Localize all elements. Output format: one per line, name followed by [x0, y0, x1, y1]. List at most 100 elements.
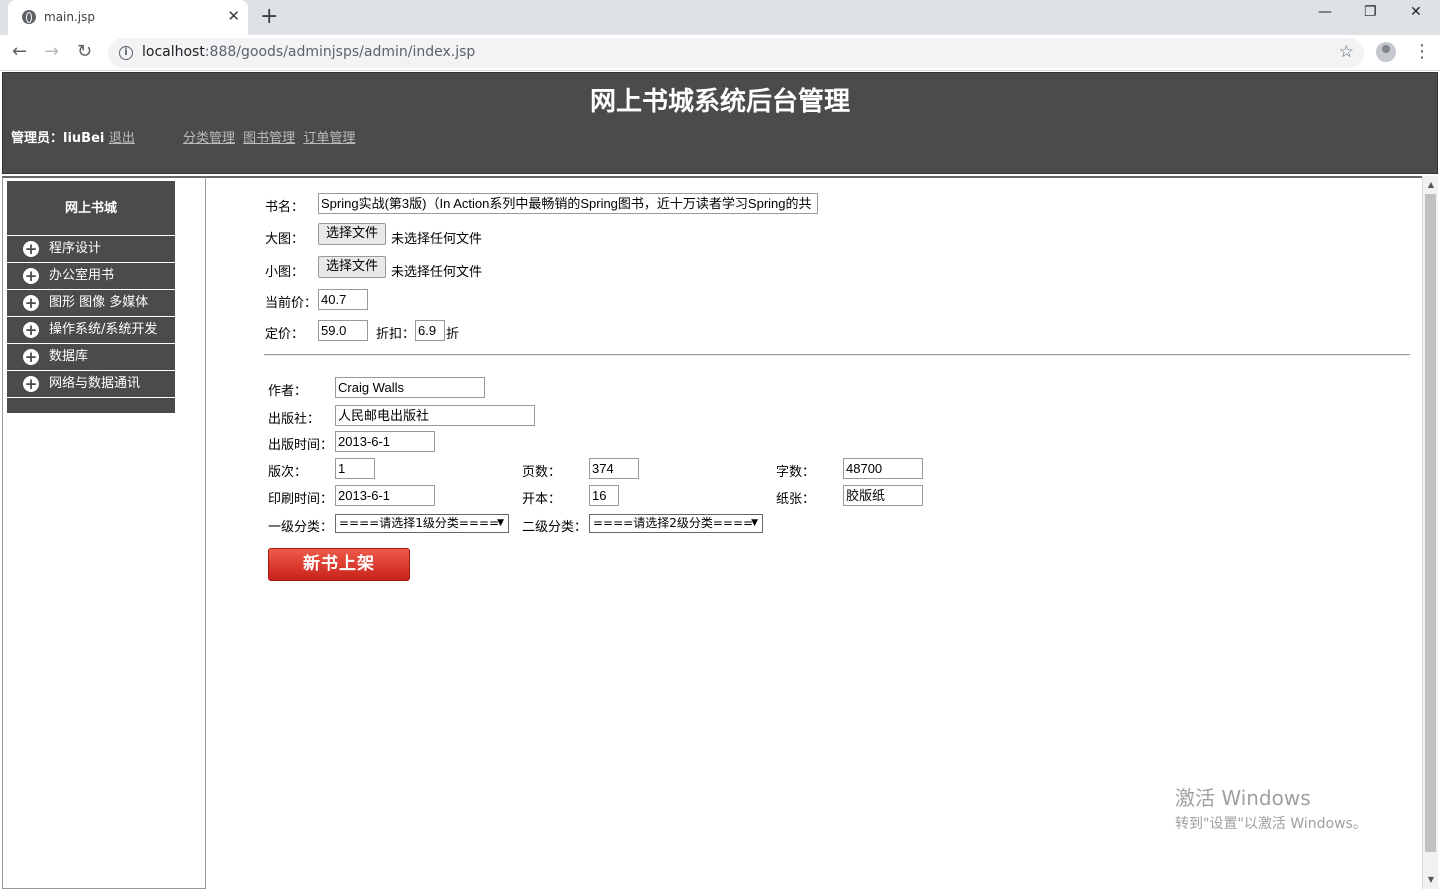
dropdown-arrow-icon: ▼: [497, 518, 504, 528]
url-host: localhost: [142, 44, 205, 60]
admin-label: 管理员：liuBei: [11, 131, 105, 146]
admin-info: 管理员：liuBei 退出: [11, 127, 135, 146]
discount-label: 折扣：: [376, 327, 416, 342]
book-name-label: 书名：: [265, 200, 305, 215]
sidebar-item-programming[interactable]: + 程序设计: [7, 236, 175, 263]
category2-value: ====请选择2级分类====: [593, 516, 754, 530]
tab-title: main.jsp: [44, 10, 95, 24]
press-input[interactable]: 人民邮电出版社: [335, 405, 535, 426]
edition-input[interactable]: 1: [335, 458, 375, 479]
small-image-status: 未选择任何文件: [391, 265, 483, 280]
url-path: :888/goods/adminjsps/admin/index.jsp: [204, 44, 476, 60]
words-input[interactable]: 48700: [843, 458, 923, 479]
dropdown-arrow-icon: ▼: [751, 518, 758, 528]
page: 网上书城系统后台管理 管理员：liuBei 退出 分类管理 图书管理 订单管理 …: [0, 72, 1440, 889]
nav-order-management[interactable]: 订单管理: [303, 131, 355, 146]
scroll-down-icon[interactable]: ▼: [1423, 873, 1439, 887]
window-close-button[interactable]: ✕: [1410, 4, 1422, 20]
pages-label: 页数：: [522, 465, 562, 480]
minimize-button[interactable]: —: [1318, 4, 1332, 20]
address-bar: ← → ↻ i localhost:888/goods/adminjsps/ad…: [0, 35, 1440, 71]
back-icon[interactable]: ←: [12, 40, 27, 64]
watermark-subtitle: 转到"设置"以激活 Windows。: [1175, 816, 1367, 832]
sidebar-item-label: 网络与数据通讯: [49, 376, 141, 391]
tab-close-icon[interactable]: ✕: [227, 8, 240, 24]
category2-label: 二级分类：: [522, 520, 588, 535]
new-tab-button[interactable]: +: [260, 5, 278, 29]
profile-avatar-icon[interactable]: [1376, 42, 1396, 62]
small-image-label: 小图：: [265, 265, 305, 280]
sidebar-item-label: 程序设计: [49, 241, 102, 256]
book-name-input[interactable]: Spring实战(第3版)（In Action系列中最畅销的Spring图书，近…: [318, 193, 818, 214]
publish-time-label: 出版时间：: [268, 438, 334, 453]
sidebar-title: 网上书城: [7, 181, 175, 236]
sidebar-item-os[interactable]: + 操作系统/系统开发: [7, 317, 175, 344]
author-input[interactable]: Craig Walls: [335, 377, 485, 398]
forward-icon[interactable]: →: [44, 40, 59, 64]
small-image-file-button[interactable]: 选择文件: [318, 256, 387, 278]
info-icon[interactable]: i: [119, 46, 133, 60]
logout-link[interactable]: 退出: [109, 131, 135, 146]
discount-input[interactable]: 6.9: [415, 320, 445, 341]
watermark-title: 激活 Windows: [1175, 786, 1311, 810]
browser-tab[interactable]: main.jsp ✕: [8, 0, 248, 35]
divider: [264, 354, 1410, 356]
left-frame: 网上书城 + 程序设计 + 办公室用书 + 图形 图像 多媒体 + 操作系统/系统开发 …: [2, 176, 206, 889]
browser-tab-bar: main.jsp ✕ + — ❐ ✕: [0, 0, 1440, 35]
plus-circle-icon: +: [23, 375, 39, 393]
price-label: 定价：: [265, 327, 305, 342]
globe-icon: [22, 10, 36, 24]
paper-label: 纸张：: [776, 492, 816, 507]
words-label: 字数：: [776, 465, 816, 480]
browser-menu-icon[interactable]: ⋮: [1413, 41, 1431, 63]
url-text: localhost:888/goods/adminjsps/admin/inde…: [142, 44, 475, 60]
plus-circle-icon: +: [23, 267, 39, 285]
category1-value: ====请选择1级分类====: [339, 516, 500, 530]
author-label: 作者：: [268, 384, 308, 399]
scroll-up-icon[interactable]: ▲: [1423, 178, 1439, 192]
current-price-input[interactable]: 40.7: [318, 289, 368, 310]
sidebar-item-label: 图形 图像 多媒体: [49, 295, 149, 310]
plus-circle-icon: +: [23, 348, 39, 366]
top-nav: 分类管理 图书管理 订单管理: [183, 127, 359, 146]
press-label: 出版社：: [268, 412, 321, 427]
bookmark-star-icon[interactable]: ☆: [1339, 42, 1354, 62]
scrollbar[interactable]: ▲ ▼: [1422, 176, 1438, 889]
sidebar-item-network[interactable]: + 网络与数据通讯: [7, 371, 175, 398]
add-book-button[interactable]: 新书上架: [268, 548, 410, 581]
scroll-thumb[interactable]: [1425, 194, 1436, 852]
nav-category-management[interactable]: 分类管理: [183, 131, 235, 146]
maximize-button[interactable]: ❐: [1364, 4, 1377, 20]
pages-input[interactable]: 374: [589, 458, 639, 479]
booksize-label: 开本：: [522, 492, 562, 507]
paper-input[interactable]: 胶版纸: [843, 485, 923, 506]
discount-unit: 折: [446, 327, 460, 342]
sidebar: 网上书城 + 程序设计 + 办公室用书 + 图形 图像 多媒体 + 操作系统/系统开发 …: [7, 181, 175, 413]
sidebar-item-database[interactable]: + 数据库: [7, 344, 175, 371]
plus-circle-icon: +: [23, 240, 39, 258]
publish-time-input[interactable]: 2013-6-1: [335, 431, 435, 452]
sidebar-item-label: 操作系统/系统开发: [49, 322, 158, 337]
category1-select[interactable]: ====请选择1级分类==== ▼: [335, 514, 509, 533]
price-input[interactable]: 59.0: [318, 320, 368, 341]
current-price-label: 当前价：: [265, 296, 318, 311]
sidebar-item-office[interactable]: + 办公室用书: [7, 263, 175, 290]
site-title: 网上书城系统后台管理: [589, 87, 850, 117]
booksize-input[interactable]: 16: [589, 485, 619, 506]
category2-select[interactable]: ====请选择2级分类==== ▼: [589, 514, 763, 533]
big-image-file-button[interactable]: 选择文件: [318, 223, 387, 245]
plus-circle-icon: +: [23, 294, 39, 312]
sidebar-item-label: 办公室用书: [49, 268, 115, 283]
nav-book-management[interactable]: 图书管理: [243, 131, 295, 146]
category1-label: 一级分类：: [268, 520, 334, 535]
sidebar-item-multimedia[interactable]: + 图形 图像 多媒体: [7, 290, 175, 317]
big-image-label: 大图：: [265, 232, 305, 247]
page-header: 网上书城系统后台管理 管理员：liuBei 退出 分类管理 图书管理 订单管理: [2, 72, 1438, 174]
url-input[interactable]: i localhost:888/goods/adminjsps/admin/in…: [108, 38, 1364, 68]
print-time-input[interactable]: 2013-6-1: [335, 485, 435, 506]
windows-activation-watermark: 激活 Windows 转到"设置"以激活 Windows。: [1175, 782, 1367, 833]
reload-icon[interactable]: ↻: [77, 40, 92, 64]
big-image-status: 未选择任何文件: [391, 232, 483, 247]
sidebar-item-label: 数据库: [49, 349, 89, 364]
print-time-label: 印刷时间：: [268, 492, 334, 507]
